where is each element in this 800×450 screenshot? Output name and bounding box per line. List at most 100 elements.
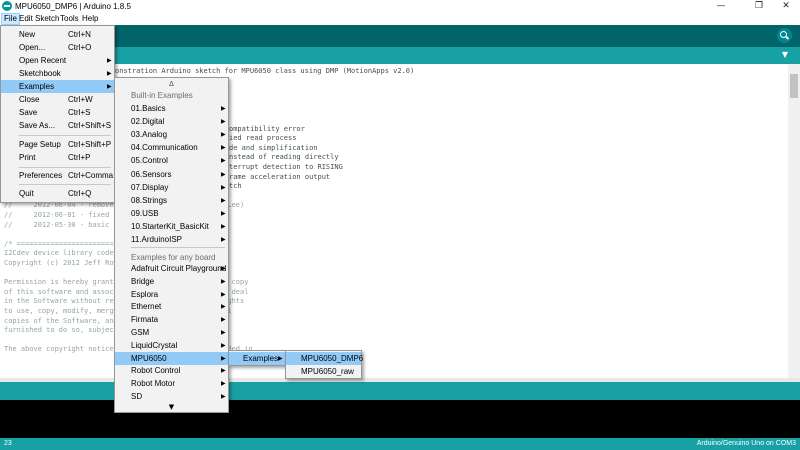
chevron-right-icon: ▶: [221, 183, 226, 191]
board-example-item[interactable]: Robot Motor ▶: [115, 377, 228, 390]
chevron-right-icon: ▶: [221, 105, 226, 112]
chevron-right-icon: ▶: [221, 341, 226, 349]
file-menu-open[interactable]: Open... Ctrl+O: [1, 41, 114, 54]
file-menu-new[interactable]: New Ctrl+N: [1, 28, 114, 41]
example-mpu6050-dmp6[interactable]: MPU6050_DMP6: [286, 352, 363, 365]
code-line: terrupt detection to RISING: [229, 163, 343, 171]
chevron-right-icon: ▶: [107, 57, 112, 64]
file-menu-print[interactable]: Print Ctrl+P: [1, 151, 114, 164]
file-menu-close[interactable]: Close Ctrl+W: [1, 93, 114, 106]
close-window-button[interactable]: ✕: [772, 0, 800, 13]
builtin-example-item[interactable]: 03.Analog ▶: [115, 128, 228, 141]
window-title: MPU6050_DMP6 | Arduino 1.8.5: [15, 2, 131, 11]
board-example-item[interactable]: Ethernet ▶: [115, 300, 228, 313]
chevron-right-icon: ▶: [221, 144, 226, 152]
serial-monitor-icon[interactable]: [777, 28, 792, 43]
chevron-right-icon: ▶: [221, 170, 226, 178]
builtin-example-item[interactable]: 09.USB ▶: [115, 207, 228, 220]
line-number: 23: [4, 440, 12, 447]
file-menu-save[interactable]: Save Ctrl+S: [1, 106, 114, 119]
file-menu-quit[interactable]: Quit Ctrl+Q: [1, 187, 114, 200]
chevron-right-icon: ▶: [107, 70, 112, 77]
status-bar: 23 Arduino/Genuino Uno on COM3: [0, 438, 800, 450]
example-mpu6050-raw[interactable]: MPU6050_raw: [286, 365, 361, 378]
scroll-up-icon[interactable]: ∆: [115, 79, 228, 89]
board-example-item[interactable]: Adafruit Circuit Playground ▶: [115, 262, 228, 275]
builtin-example-item[interactable]: 02.Digital ▶: [115, 115, 228, 128]
board-example-item[interactable]: Bridge ▶: [115, 275, 228, 288]
chevron-right-icon: ▶: [221, 131, 226, 139]
builtin-example-item[interactable]: 10.StarterKit_BasicKit ▶: [115, 220, 228, 233]
file-menu-save-as[interactable]: Save As... Ctrl+Shift+S: [1, 119, 114, 132]
builtin-examples-header: Built-in Examples: [131, 91, 193, 100]
examples-menu: ∆ Built-in Examples 01.Basics ▶ 02.Digital…: [114, 77, 229, 413]
chevron-right-icon: ▶: [221, 265, 226, 272]
mpu6050-menu: Examples ▶: [228, 350, 286, 366]
restore-button[interactable]: ❐: [745, 0, 773, 13]
builtin-example-item[interactable]: 05.Control ▶: [115, 154, 228, 167]
board-example-item[interactable]: GSM ▶: [115, 326, 228, 339]
chevron-right-icon: ▶: [221, 367, 226, 375]
menu-help[interactable]: Help: [80, 13, 100, 25]
builtin-example-item[interactable]: 11.ArduinoISP ▶: [115, 233, 228, 246]
menu-tools[interactable]: Tools: [58, 13, 81, 25]
code-line: tch: [229, 182, 242, 191]
board-example-item[interactable]: Robot Control ▶: [115, 364, 228, 377]
editor-scroll-thumb[interactable]: [790, 74, 798, 98]
tab-strip: [0, 47, 800, 64]
chevron-right-icon: ▶: [221, 196, 226, 204]
code-line: de and simplification: [229, 143, 318, 152]
menu-bar: File Edit Sketch Tools Help: [0, 13, 800, 25]
file-menu: New Ctrl+N Open... Ctrl+O Open Recent ▶ Ske…: [0, 25, 115, 203]
chevron-right-icon: ▶: [221, 277, 226, 285]
board-example-item[interactable]: LiquidCrystal ▶: [115, 339, 228, 352]
chevron-right-icon: ▶: [221, 222, 226, 230]
chevron-right-icon: ▶: [221, 209, 226, 217]
code-line: furnished to do so, subject to: [4, 326, 131, 335]
chevron-right-icon: ▶: [221, 329, 226, 336]
code-line: nstead of reading directly: [229, 153, 339, 162]
code-line: ompatibility error: [229, 124, 305, 133]
board-port-label: Arduino/Genuino Uno on COM3: [696, 440, 796, 447]
file-menu-preferences[interactable]: Preferences Ctrl+Comma: [1, 169, 114, 182]
menu-separator: [19, 135, 111, 136]
code-line: onstration Arduino sketch for MPU6050 cl…: [115, 67, 415, 75]
chevron-right-icon: ▶: [221, 236, 226, 243]
chevron-right-icon: ▶: [221, 290, 226, 298]
title-bar: MPU6050_DMP6 | Arduino 1.8.5 — ❐ ✕: [0, 0, 800, 13]
code-line: // 2012-05-30 - basic DMP: [4, 220, 127, 229]
chevron-right-icon: ▶: [221, 316, 226, 324]
chevron-right-icon: ▶: [221, 157, 226, 165]
arduino-logo-icon: [2, 1, 12, 11]
toolbar: [0, 25, 800, 47]
board-example-item[interactable]: MPU6050 ▶: [115, 351, 228, 365]
builtin-example-item[interactable]: 06.Sensors ▶: [115, 168, 228, 181]
chevron-right-icon: ▶: [278, 355, 283, 362]
chevron-right-icon: ▶: [107, 83, 112, 90]
menu-separator: [19, 167, 111, 168]
mpu6050-examples-item[interactable]: Examples ▶: [229, 352, 285, 365]
menu-separator: [131, 247, 225, 248]
menu-separator: [19, 184, 111, 185]
code-line: ied read process: [229, 134, 297, 143]
chevron-right-icon: ▶: [221, 354, 226, 362]
code-line: rame acceleration output: [229, 172, 331, 181]
mpu6050-examples-menu: MPU6050_DMP6 MPU6050_raw: [285, 350, 363, 379]
board-example-item[interactable]: Esplora ▶: [115, 288, 228, 301]
builtin-example-item[interactable]: 01.Basics ▶: [115, 102, 228, 115]
file-menu-open-recent[interactable]: Open Recent ▶: [1, 54, 114, 67]
chevron-right-icon: ▶: [221, 380, 226, 388]
board-example-item[interactable]: Firmata ▶: [115, 313, 228, 326]
tab-menu-icon[interactable]: ▼: [778, 48, 792, 62]
chevron-right-icon: ▶: [221, 303, 226, 311]
builtin-example-item[interactable]: 07.Display ▶: [115, 181, 228, 194]
builtin-example-item[interactable]: 04.Communication ▶: [115, 141, 228, 154]
file-menu-examples[interactable]: Examples ▶: [1, 80, 114, 93]
editor-vertical-scrollbar[interactable]: [788, 64, 800, 378]
chevron-right-icon: ▶: [221, 118, 226, 126]
file-menu-sketchbook[interactable]: Sketchbook ▶: [1, 67, 114, 80]
file-menu-page-setup[interactable]: Page Setup Ctrl+Shift+P: [1, 138, 114, 151]
scroll-down-icon[interactable]: ▼: [115, 402, 228, 412]
builtin-example-item[interactable]: 08.Strings ▶: [115, 194, 228, 207]
minimize-button[interactable]: —: [707, 0, 735, 13]
